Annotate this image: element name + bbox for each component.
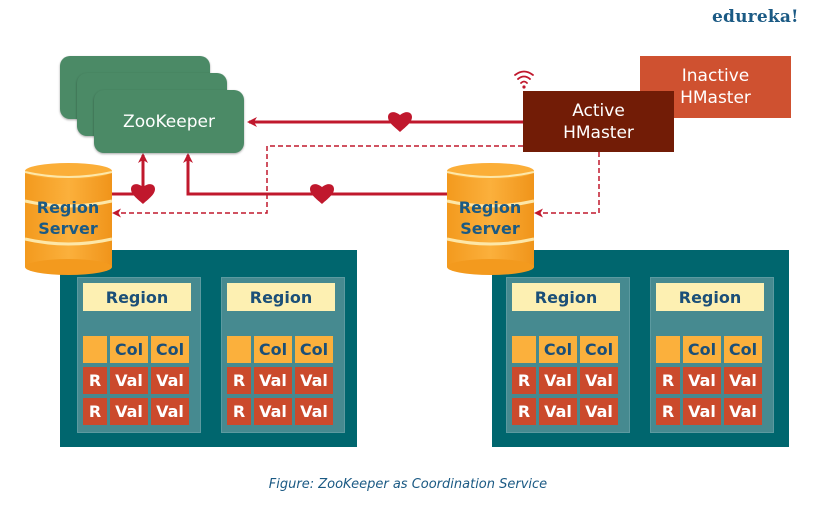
region-server-2-label[interactable]: Region Server xyxy=(445,197,535,239)
row-key-cell: R xyxy=(512,367,536,394)
active-hmaster-line2: HMaster xyxy=(563,122,634,143)
heartbeat-icon xyxy=(310,184,334,204)
value-cell: Val xyxy=(683,367,721,394)
value-cell: Val xyxy=(110,367,148,394)
value-cell: Val xyxy=(580,398,618,425)
region-title: Region xyxy=(512,283,620,311)
column-header-cell: Col xyxy=(580,336,618,363)
row-key-cell: R xyxy=(83,367,107,394)
row-key-cell: R xyxy=(656,367,680,394)
column-header-cell: Col xyxy=(724,336,762,363)
corner-cell xyxy=(83,336,107,363)
column-header-cell: Col xyxy=(151,336,189,363)
corner-cell xyxy=(512,336,536,363)
wifi-signal-icon xyxy=(514,70,534,89)
value-cell: Val xyxy=(539,367,577,394)
row-key-cell: R xyxy=(656,398,680,425)
value-cell: Val xyxy=(254,398,292,425)
value-cell: Val xyxy=(110,398,148,425)
inactive-hmaster-line2: HMaster xyxy=(680,88,751,108)
active-hmaster-line1: Active xyxy=(572,100,625,121)
zookeeper-label: ZooKeeper xyxy=(123,111,215,132)
value-cell: Val xyxy=(683,398,721,425)
figure-caption: Figure: ZooKeeper as Coordination Servic… xyxy=(268,477,548,492)
value-cell: Val xyxy=(295,367,333,394)
value-cell: Val xyxy=(580,367,618,394)
region-server-2-line2: Server xyxy=(460,219,520,238)
value-cell: Val xyxy=(539,398,577,425)
region-title: Region xyxy=(656,283,764,311)
zookeeper-node[interactable]: ZooKeeper xyxy=(94,90,244,153)
heartbeat-icon xyxy=(131,184,155,204)
hmaster-rs2-dashed-line xyxy=(534,152,600,218)
column-header-cell: Col xyxy=(110,336,148,363)
value-cell: Val xyxy=(724,367,762,394)
row-key-cell: R xyxy=(227,398,251,425)
region-server-1-line2: Server xyxy=(38,219,98,238)
value-cell: Val xyxy=(254,367,292,394)
row-key-cell: R xyxy=(227,367,251,394)
row-key-cell: R xyxy=(512,398,536,425)
column-header-cell: Col xyxy=(295,336,333,363)
column-header-cell: Col xyxy=(683,336,721,363)
row-key-cell: R xyxy=(83,398,107,425)
region-server-1-label[interactable]: Region Server xyxy=(23,197,113,239)
heartbeat-icon xyxy=(388,112,412,132)
region-server-2-line1: Region xyxy=(458,198,522,217)
column-header-cell: Col xyxy=(539,336,577,363)
value-cell: Val xyxy=(151,398,189,425)
value-cell: Val xyxy=(151,367,189,394)
corner-cell xyxy=(656,336,680,363)
value-cell: Val xyxy=(724,398,762,425)
column-header-cell: Col xyxy=(254,336,292,363)
region-title: Region xyxy=(227,283,335,311)
active-hmaster[interactable]: Active HMaster xyxy=(523,91,674,152)
inactive-hmaster-line1: Inactive xyxy=(681,66,750,86)
value-cell: Val xyxy=(295,398,333,425)
corner-cell xyxy=(227,336,251,363)
region-server-1-line1: Region xyxy=(36,198,100,217)
region-title: Region xyxy=(83,283,191,311)
